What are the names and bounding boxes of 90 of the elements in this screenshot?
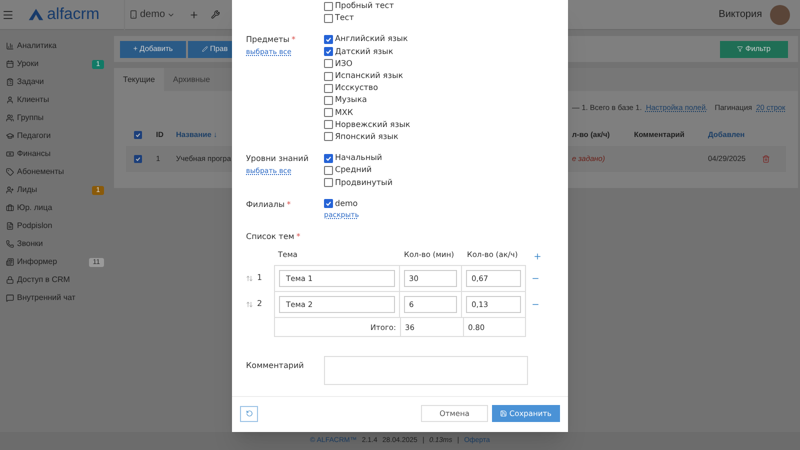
checkbox[interactable]: [324, 47, 333, 56]
option-label[interactable]: МХК: [335, 106, 354, 119]
phone-icon: [129, 10, 138, 19]
sidebar-item[interactable]: Юр. лица: [0, 199, 112, 217]
calendar-icon: [6, 60, 14, 68]
sidebar-item[interactable]: Абонементы: [0, 163, 112, 181]
checkbox[interactable]: [324, 2, 333, 11]
option-label[interactable]: demo: [335, 198, 358, 210]
sidebar-item[interactable]: Финансы: [0, 145, 112, 163]
sidebar-item[interactable]: Задачи: [0, 73, 112, 91]
avatar[interactable]: [770, 4, 790, 24]
add-row-icon[interactable]: [533, 252, 542, 261]
sidebar-item[interactable]: Доступ в CRM: [0, 271, 112, 289]
checkbox[interactable]: [324, 96, 333, 105]
checkbox[interactable]: [324, 84, 333, 93]
chart-icon: [6, 42, 14, 50]
user-icon: [6, 96, 14, 104]
briefcase-icon: [6, 204, 14, 212]
users-icon: [6, 114, 14, 122]
chat-icon: [6, 294, 14, 302]
checkbox[interactable]: [324, 178, 333, 188]
tab[interactable]: Текущие: [114, 68, 164, 91]
checkbox[interactable]: [324, 34, 333, 44]
user-plus-icon: [6, 186, 14, 194]
logo-icon: [28, 8, 44, 21]
option-label[interactable]: Тест: [335, 12, 354, 24]
sidebar-item[interactable]: Звонки: [0, 235, 112, 253]
sidebar-item[interactable]: Podpislon: [0, 217, 112, 235]
option-label[interactable]: Датский язык: [335, 46, 394, 58]
sidebar-item[interactable]: Аналитика: [0, 37, 112, 55]
pencil-icon: [202, 46, 208, 52]
field-label: Филиалы: [246, 198, 285, 211]
phone-icon: [6, 240, 14, 248]
option-label[interactable]: Пробный тест: [335, 0, 394, 12]
option-label[interactable]: Норвежский язык: [335, 118, 410, 131]
branch-dropdown[interactable]: demo: [124, 0, 180, 30]
trash-icon[interactable]: [762, 155, 770, 163]
sidebar-item[interactable]: Группы: [0, 109, 112, 127]
field-label: Предметы: [246, 34, 290, 46]
user-name[interactable]: Виктория: [718, 7, 762, 22]
option-label[interactable]: Начальный: [335, 152, 382, 164]
checkbox[interactable]: [324, 199, 333, 208]
plus-icon[interactable]: [189, 10, 200, 20]
checkbox[interactable]: [324, 132, 333, 142]
lock-icon: [6, 276, 14, 284]
option-label[interactable]: Японский язык: [335, 130, 398, 143]
banknote-icon: [6, 150, 14, 158]
drag-handle-icon[interactable]: [246, 300, 253, 308]
checkbox[interactable]: [324, 59, 333, 68]
reset-button[interactable]: [240, 406, 258, 422]
required-mark: *: [286, 198, 291, 211]
field-label: Список тем: [246, 231, 294, 244]
option-label[interactable]: Средний: [335, 164, 372, 176]
brand-name: alfacrm: [47, 4, 100, 24]
checkbox[interactable]: [324, 72, 333, 81]
checkbox[interactable]: [324, 14, 333, 23]
tab[interactable]: Архивные: [164, 68, 220, 91]
option-label[interactable]: ИЗО: [335, 58, 352, 70]
row-number: 1: [257, 272, 264, 284]
filter-icon: [737, 46, 744, 52]
document-icon: [6, 222, 14, 230]
option-label[interactable]: Испанский язык: [335, 70, 404, 82]
menu-icon[interactable]: [2, 8, 14, 20]
checkbox[interactable]: [324, 166, 333, 175]
clipboard-icon: [6, 78, 14, 86]
checkbox[interactable]: [324, 108, 333, 118]
checkbox[interactable]: [134, 131, 142, 139]
option-label[interactable]: Продвинутый: [335, 176, 393, 189]
checkbox[interactable]: [324, 154, 333, 163]
required-mark: *: [291, 34, 296, 46]
sidebar-item[interactable]: Педагоги: [0, 127, 112, 145]
graduation-cap-icon: [6, 132, 14, 140]
required-mark: *: [296, 231, 300, 244]
option-label[interactable]: Музыка: [335, 94, 367, 106]
checkbox[interactable]: [324, 120, 333, 130]
row-number: 2: [257, 298, 264, 310]
tag-icon: [6, 168, 14, 176]
sidebar-item[interactable]: Клиенты: [0, 91, 112, 109]
field-label: Комментарий: [246, 360, 304, 372]
wrench-icon[interactable]: [211, 10, 220, 19]
drag-handle-icon[interactable]: [246, 274, 253, 282]
save-icon: [500, 410, 508, 417]
comment-field[interactable]: [324, 356, 528, 386]
sidebar-item[interactable]: Внутренний чат: [0, 289, 112, 307]
checkbox[interactable]: [134, 155, 142, 163]
option-label[interactable]: Исскуство: [335, 82, 378, 94]
field-label: Уровни знаний: [246, 153, 309, 166]
newspaper-icon: [6, 258, 14, 266]
option-label[interactable]: Английский язык: [335, 33, 408, 46]
undo-icon: [246, 410, 252, 417]
